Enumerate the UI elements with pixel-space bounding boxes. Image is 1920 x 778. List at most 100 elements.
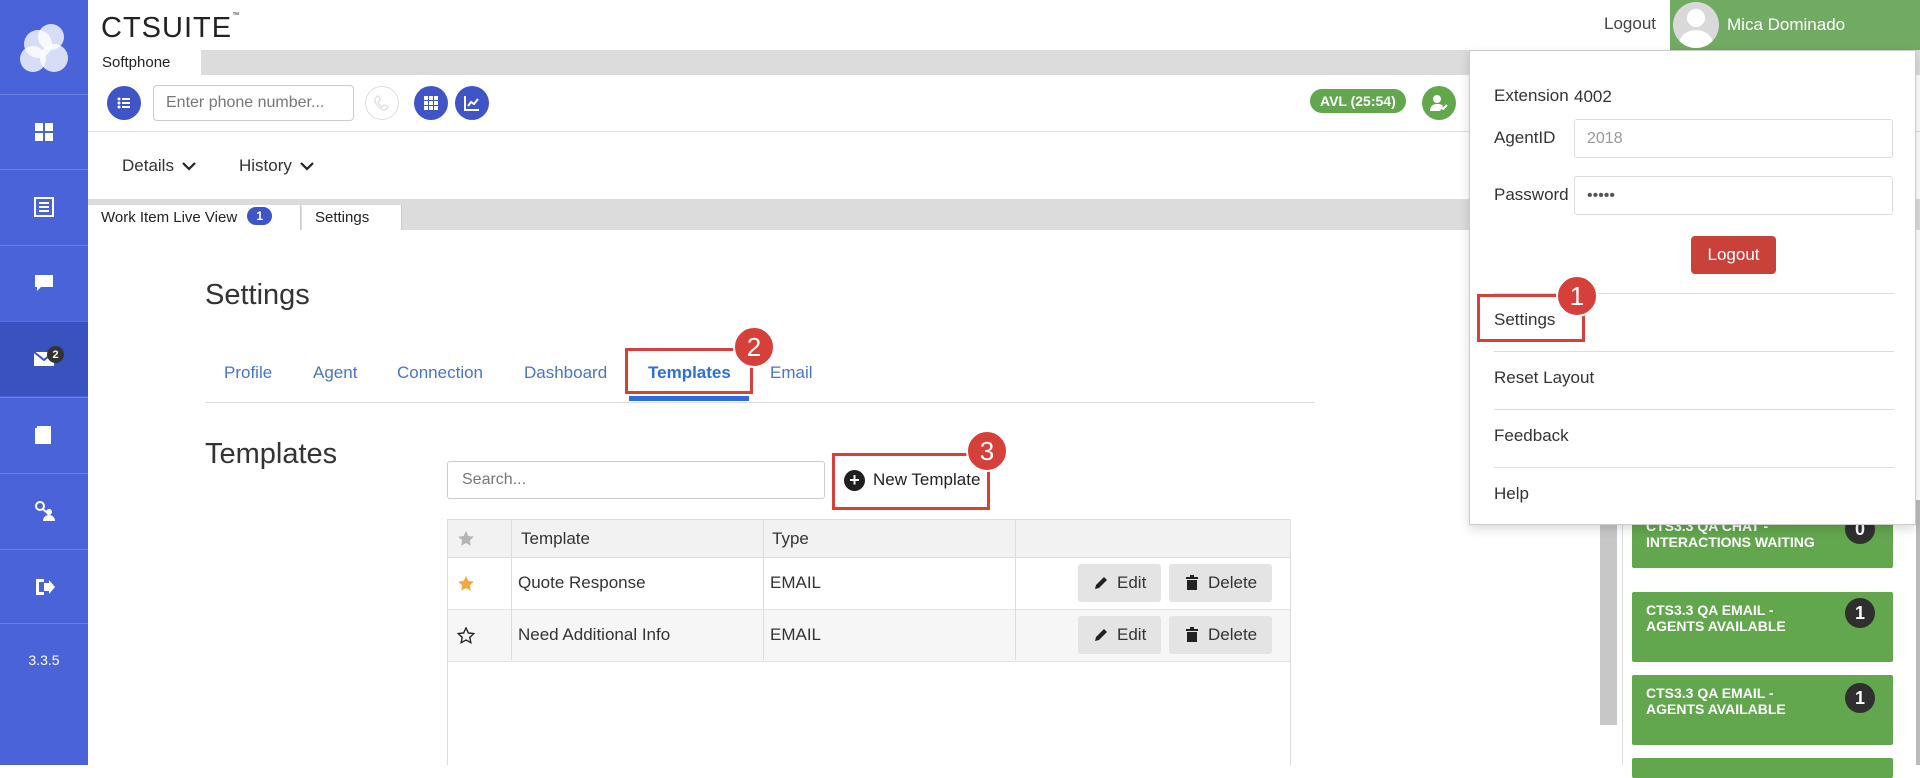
nav-contacts[interactable] [0, 473, 88, 548]
tab-count-badge: 1 [247, 207, 273, 225]
table-row: Quote Response EMAIL Edit Delete [448, 558, 1290, 610]
call-button[interactable] [365, 86, 399, 120]
nav-chat[interactable] [0, 245, 88, 320]
dialpad-icon [424, 96, 438, 110]
star-header-icon [458, 530, 474, 546]
column-header-template: Template [521, 529, 590, 548]
edit-button[interactable]: Edit [1078, 564, 1162, 602]
nav-list[interactable] [0, 169, 88, 244]
details-label: Details [122, 156, 174, 175]
password-field[interactable] [1574, 176, 1893, 215]
column-header-type: Type [772, 529, 809, 548]
tab-email[interactable]: Email [770, 363, 813, 383]
table-header: Template Type [448, 520, 1290, 558]
app-version: 3.3.5 [28, 652, 60, 668]
user-name: Mica Dominado [1727, 15, 1846, 34]
email-badge: 2 [47, 346, 64, 363]
queue-panel: CTS3.3 QA CHAT - INTERACTIONS WAITING 0 … [1600, 498, 1920, 778]
pencil-icon [1095, 629, 1107, 641]
scrollbar-track [1916, 500, 1920, 765]
page-title: Settings [205, 279, 310, 311]
agent-id-field[interactable] [1574, 119, 1893, 158]
side-nav: 2 3.3.5 [0, 0, 88, 765]
menu-list-button[interactable] [107, 86, 141, 120]
section-heading: Templates [205, 438, 338, 470]
user-check-icon [1430, 95, 1448, 111]
template-search-input[interactable] [447, 461, 825, 499]
column-divider [1015, 520, 1016, 660]
nav-signout[interactable] [0, 549, 88, 624]
chevron-down-icon [182, 162, 196, 171]
step-marker: 2 [733, 326, 775, 368]
stats-button[interactable] [455, 86, 489, 120]
menu-item-help[interactable]: Help [1494, 484, 1529, 504]
avatar [1673, 2, 1719, 48]
star-filled-icon[interactable] [457, 575, 475, 593]
tab-dashboard[interactable]: Dashboard [524, 363, 607, 383]
tab-connection[interactable]: Connection [397, 363, 483, 383]
star-outline-icon[interactable] [457, 627, 475, 645]
template-type: EMAIL [770, 625, 822, 644]
delete-button[interactable]: Delete [1169, 616, 1273, 654]
grid-icon [35, 123, 53, 141]
delete-label: Delete [1208, 573, 1258, 592]
top-bar: CTSUITE™ Logout Mica Dominado [88, 0, 1920, 50]
template-name: Quote Response [518, 573, 646, 592]
phone-icon [374, 95, 389, 111]
chevron-down-icon [300, 162, 314, 171]
tab-agent[interactable]: Agent [313, 363, 357, 383]
agent-id-label: AgentID [1494, 128, 1556, 147]
book-icon [35, 426, 51, 444]
edit-button[interactable]: Edit [1078, 616, 1162, 654]
agent-status-button[interactable] [1422, 86, 1456, 120]
column-divider [763, 520, 764, 660]
tab-settings[interactable]: Settings [302, 205, 402, 230]
logout-button[interactable]: Logout [1691, 236, 1776, 274]
tab-profile[interactable]: Profile [224, 363, 272, 383]
nav-email[interactable]: 2 [0, 321, 88, 396]
divider [1494, 467, 1894, 468]
user-menu-toggle[interactable]: Mica Dominado [1670, 0, 1920, 50]
list-icon [117, 97, 130, 109]
template-name: Need Additional Info [518, 625, 671, 644]
queue-count: 1 [1845, 683, 1875, 713]
dialpad-button[interactable] [414, 86, 448, 120]
header-logout-link[interactable]: Logout [1604, 14, 1656, 34]
divider [1494, 351, 1894, 352]
details-dropdown[interactable]: Details [122, 156, 196, 176]
queue-card[interactable]: CTS3.3 QA EMAIL - AGENTS AVAILABLE 1 [1632, 592, 1893, 662]
delete-button[interactable]: Delete [1169, 564, 1273, 602]
column-divider [511, 520, 512, 660]
nav-dashboard[interactable] [0, 94, 88, 169]
list-icon [34, 197, 54, 217]
history-dropdown[interactable]: History [239, 156, 314, 176]
history-label: History [239, 156, 292, 175]
sign-out-icon [36, 578, 55, 595]
user-search-icon [35, 501, 55, 521]
queue-name: CTS3.3 QA EMAIL - AGENTS AVAILABLE [1646, 685, 1786, 717]
step-marker: 3 [966, 430, 1008, 472]
queue-card[interactable] [1632, 758, 1893, 778]
divider [1494, 409, 1894, 410]
user-dropdown-menu: Extension 4002 AgentID Password Logout S… [1469, 50, 1916, 525]
queue-card[interactable]: CTS3.3 QA EMAIL - AGENTS AVAILABLE 1 [1632, 675, 1893, 745]
nav-book[interactable] [0, 397, 88, 472]
phone-number-input[interactable] [153, 85, 354, 121]
edit-label: Edit [1117, 573, 1147, 592]
tab-label: Work Item Live View [101, 209, 238, 226]
password-label: Password [1494, 185, 1569, 204]
scrollbar[interactable] [1600, 500, 1617, 725]
availability-status-badge: AVL (25:54) [1310, 89, 1406, 113]
delete-label: Delete [1208, 625, 1258, 644]
menu-item-reset-layout[interactable]: Reset Layout [1494, 368, 1594, 388]
pencil-icon [1095, 577, 1107, 589]
softphone-tab[interactable]: Softphone [88, 50, 201, 75]
trash-icon [1186, 575, 1198, 590]
template-type: EMAIL [770, 573, 822, 592]
chart-line-icon [464, 96, 479, 111]
table-row: Need Additional Info EMAIL Edit Delete [448, 610, 1290, 662]
step-marker: 1 [1556, 275, 1598, 317]
active-tab-indicator [629, 396, 749, 401]
tab-work-item-live-view[interactable]: Work Item Live View 1 [88, 205, 301, 230]
menu-item-feedback[interactable]: Feedback [1494, 426, 1569, 446]
